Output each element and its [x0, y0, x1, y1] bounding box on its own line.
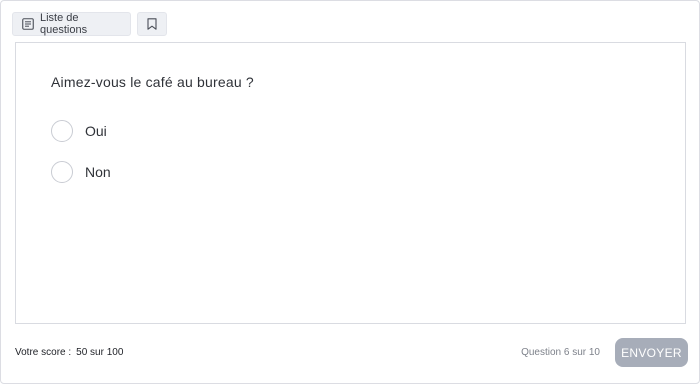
- bookmark-icon: [147, 18, 157, 30]
- question-progress: Question 6 sur 10: [521, 347, 600, 358]
- option-label: Non: [85, 164, 111, 180]
- question-text: Aimez-vous le café au bureau ?: [51, 74, 254, 90]
- question-list-button[interactable]: Liste de questions: [12, 12, 131, 36]
- list-icon: [22, 18, 34, 30]
- option-label: Oui: [85, 123, 107, 139]
- bookmark-button[interactable]: [137, 12, 167, 36]
- radio-button[interactable]: [51, 161, 73, 183]
- toolbar: Liste de questions: [12, 12, 167, 36]
- score-label: Votre score :: [15, 347, 72, 358]
- question-panel: Aimez-vous le café au bureau ? Oui Non: [15, 42, 686, 324]
- submit-button[interactable]: ENVOYER: [615, 338, 688, 367]
- option-non[interactable]: Non: [51, 161, 111, 183]
- option-oui[interactable]: Oui: [51, 120, 107, 142]
- question-list-label: Liste de questions: [40, 12, 88, 36]
- quiz-window: Liste de questions Aimez-vous le café au…: [0, 0, 700, 384]
- score-value: 50 sur 100: [76, 347, 124, 358]
- radio-button[interactable]: [51, 120, 73, 142]
- score-display: Votre score : 50 sur 100: [15, 347, 123, 358]
